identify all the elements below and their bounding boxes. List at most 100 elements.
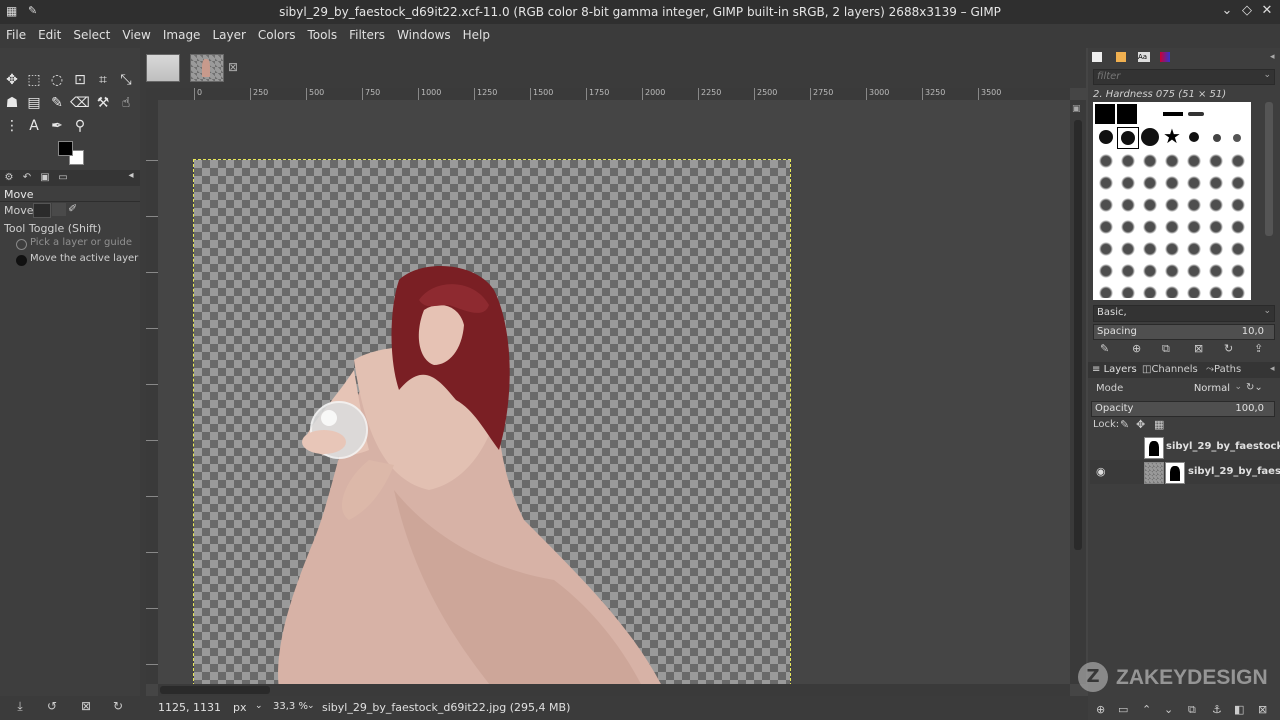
close-button[interactable]: ✕ (1258, 3, 1276, 18)
layers-tab[interactable]: ≡ Layers (1092, 364, 1137, 375)
minimize-button[interactable]: ⌄ (1218, 3, 1236, 18)
layer-mask-thumbnail[interactable] (1165, 462, 1185, 484)
image-tab-thumbnail[interactable] (146, 54, 180, 82)
menu-colors[interactable]: Colors (252, 24, 302, 48)
vertical-scrollbar[interactable]: ▣ (1070, 100, 1086, 684)
brush-item[interactable] (1189, 132, 1199, 142)
zoom-tool-icon[interactable]: ⚲ (70, 116, 90, 136)
brush-item[interactable] (1117, 104, 1137, 124)
rect-select-tool-icon[interactable]: ⬚ (24, 70, 44, 90)
menu-filters[interactable]: Filters (343, 24, 391, 48)
eraser-tool-icon[interactable]: ⌫ (70, 93, 90, 113)
edit-brush-icon[interactable]: ✎ (1100, 342, 1109, 355)
brush-item[interactable] (1233, 134, 1241, 142)
delete-brush-icon[interactable]: ⊠ (1194, 342, 1203, 355)
zoom-select[interactable]: 33,3 % (273, 701, 308, 712)
gradients-tab-icon[interactable] (1160, 52, 1170, 62)
brushes-tab-icon[interactable] (1092, 52, 1102, 62)
images-tab-icon[interactable]: ▣ (36, 172, 54, 183)
menu-help[interactable]: Help (457, 24, 496, 48)
open-brush-icon[interactable]: ⇪ (1254, 342, 1263, 355)
color-picker-tool-icon[interactable]: ✒ (47, 116, 67, 136)
transform-tool-icon[interactable]: ⤡ (116, 70, 136, 90)
brush-item[interactable] (1099, 130, 1113, 144)
brush-item[interactable] (1163, 112, 1183, 116)
duplicate-layer-icon[interactable]: ⧉ (1188, 703, 1196, 717)
refresh-brushes-icon[interactable]: ↻ (1224, 342, 1233, 355)
fuzzy-select-tool-icon[interactable]: ⊡ (70, 70, 90, 90)
radio-pick-layer[interactable] (16, 239, 27, 250)
anchor-layer-icon[interactable]: ⚓ (1212, 703, 1222, 716)
dock-separator[interactable] (140, 88, 146, 696)
device-status-tab-icon[interactable]: ▭ (54, 172, 72, 183)
menu-select[interactable]: Select (67, 24, 116, 48)
mode-select[interactable]: Normal ⌄ (1160, 381, 1242, 396)
configure-tab-icon[interactable]: ◂ (122, 170, 140, 181)
layer-row[interactable]: sibyl_29_by_faestock_d6 (1090, 435, 1280, 459)
mode-reset-icon[interactable]: ↻⌄ (1246, 382, 1263, 393)
menu-file[interactable]: File (0, 24, 32, 48)
delete-layer-icon[interactable]: ⊠ (1258, 703, 1267, 716)
mask-layer-icon[interactable]: ◧ (1234, 703, 1244, 716)
menu-view[interactable]: View (116, 24, 156, 48)
tool-options-tab-icon[interactable]: ⚙ (0, 172, 18, 183)
duplicate-brush-icon[interactable]: ⧉ (1162, 342, 1170, 356)
reset-options-icon[interactable]: ↻ (110, 699, 126, 713)
lasso-tool-icon[interactable]: ◌ (47, 70, 67, 90)
spacing-slider[interactable]: Spacing 10,0 (1093, 324, 1275, 340)
move-selection-mode-icon[interactable] (52, 203, 66, 216)
layer-image[interactable] (193, 159, 791, 684)
brush-item-selected[interactable] (1117, 127, 1139, 149)
menu-windows[interactable]: Windows (391, 24, 457, 48)
brush-item[interactable] (1095, 104, 1115, 124)
menu-edit[interactable]: Edit (32, 24, 67, 48)
warp-tool-icon[interactable]: ☗ (2, 93, 22, 113)
horizontal-scroll-thumb[interactable] (160, 686, 270, 694)
image-tab-thumbnail-active[interactable] (190, 54, 224, 82)
layer-mask-thumbnail[interactable] (1144, 437, 1164, 459)
opacity-slider[interactable]: Opacity 100,0 (1091, 401, 1275, 417)
move-path-mode-icon[interactable]: ✐ (68, 202, 77, 215)
paths-tab[interactable]: ⤳Paths (1206, 364, 1241, 375)
vertical-scroll-thumb[interactable] (1074, 120, 1082, 550)
lower-layer-icon[interactable]: ⌄ (1164, 703, 1173, 716)
restore-options-icon[interactable]: ↺ (44, 699, 60, 713)
configure-tab-icon[interactable]: ◂ (1270, 52, 1275, 62)
undo-history-tab-icon[interactable]: ↶ (18, 172, 36, 183)
brush-scrollbar[interactable] (1265, 102, 1273, 236)
fonts-tab-icon[interactable]: Aa (1138, 52, 1150, 62)
navigate-icon[interactable]: ▣ (1072, 104, 1082, 114)
lock-position-icon[interactable]: ✥ (1136, 418, 1145, 431)
new-layer-icon[interactable]: ⊕ (1096, 703, 1105, 716)
brush-preset-select[interactable]: Basic, ⌄ (1093, 305, 1275, 322)
move-layer-mode-icon[interactable] (33, 203, 51, 218)
brush-item[interactable] (1188, 112, 1204, 116)
close-image-tab-icon[interactable]: ⊠ (228, 60, 238, 74)
move-tool-icon[interactable]: ✥ (2, 70, 22, 90)
raise-layer-icon[interactable]: ⌃ (1142, 703, 1151, 716)
delete-options-icon[interactable]: ⊠ (78, 699, 94, 713)
crop-tool-icon[interactable]: ⌗ (93, 70, 113, 90)
star-brush-icon[interactable]: ★ (1163, 126, 1181, 146)
paintbrush-tool-icon[interactable]: ✎ (47, 93, 67, 113)
patterns-tab-icon[interactable] (1116, 52, 1126, 62)
configure-tab-icon[interactable]: ◂ (1270, 364, 1275, 374)
menu-image[interactable]: Image (157, 24, 207, 48)
radio-move-active[interactable] (16, 255, 27, 266)
brush-filter-input[interactable]: filter ⌄ (1093, 69, 1275, 85)
brush-grid[interactable]: ★ (1093, 102, 1251, 300)
menu-tools[interactable]: Tools (302, 24, 344, 48)
smudge-tool-icon[interactable]: ☝ (116, 93, 136, 113)
eye-visibility-icon[interactable]: ◉ (1096, 465, 1106, 478)
brush-item[interactable] (1213, 134, 1221, 142)
clone-tool-icon[interactable]: ⚒ (93, 93, 113, 113)
new-brush-icon[interactable]: ⊕ (1132, 342, 1141, 355)
lock-pixels-icon[interactable]: ✎ (1120, 418, 1129, 431)
paths-tool-icon[interactable]: ⋮ (2, 116, 22, 136)
save-options-icon[interactable]: ⤓ (12, 699, 28, 714)
image-canvas[interactable] (158, 100, 1070, 684)
text-tool-icon[interactable]: A (24, 116, 44, 136)
foreground-color-swatch[interactable] (58, 141, 73, 156)
brush-item[interactable] (1141, 128, 1159, 146)
lock-alpha-icon[interactable]: ▦ (1154, 418, 1164, 431)
